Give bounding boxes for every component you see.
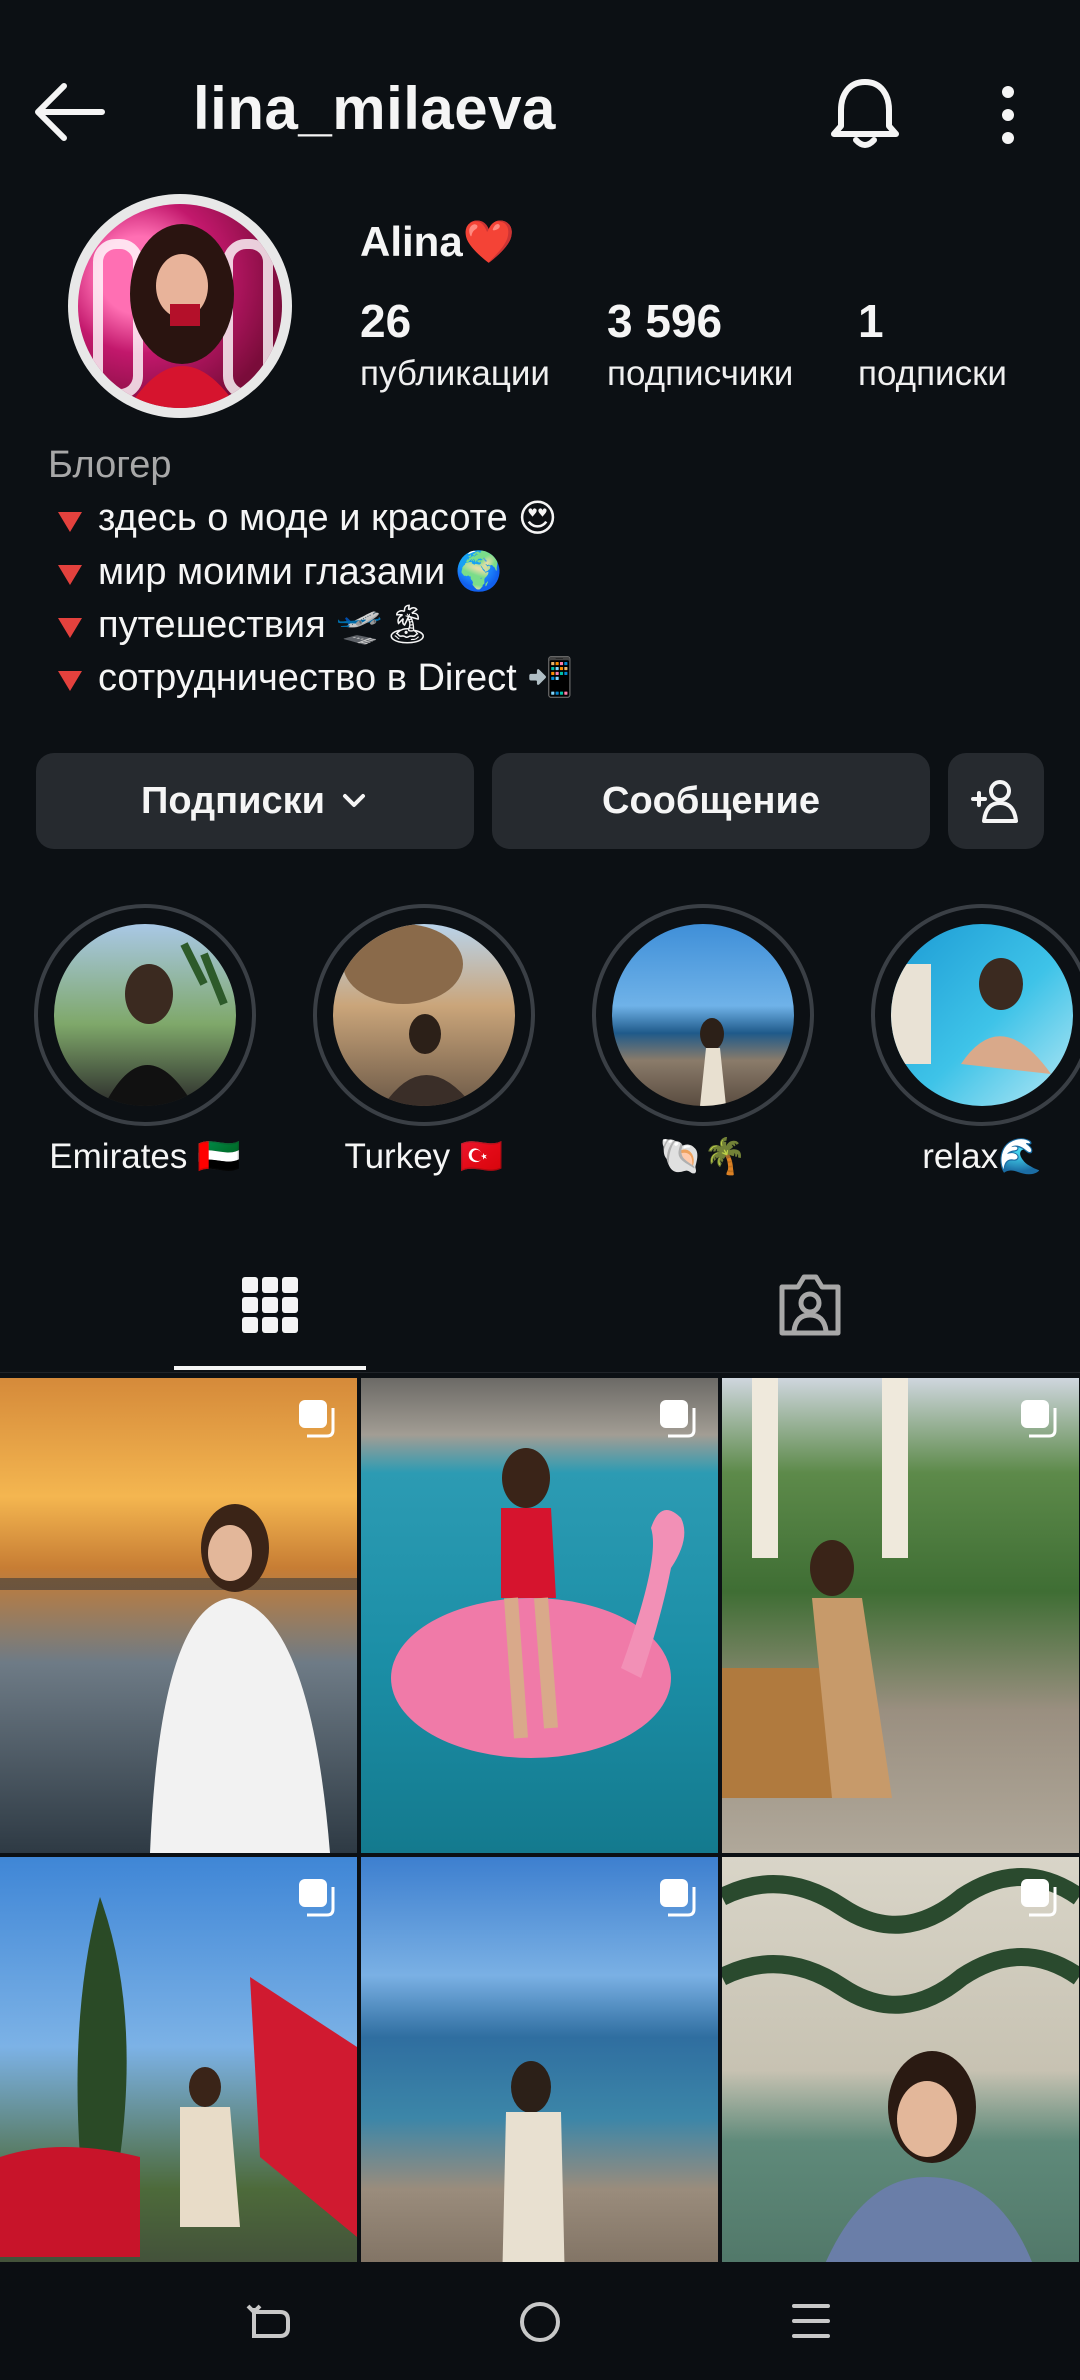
following-button-label: Подписки <box>141 779 325 822</box>
post-thumbnail[interactable] <box>361 1857 718 2332</box>
post-photo <box>501 2061 566 2332</box>
message-button[interactable]: Сообщение <box>492 753 930 849</box>
multiple-photos-icon <box>299 1879 335 1917</box>
active-tab-indicator <box>174 1366 366 1370</box>
bio-text: мир моими глазами <box>98 550 446 593</box>
post-photo <box>722 1868 1079 2332</box>
following-count[interactable]: 1 <box>858 294 884 348</box>
post-photo <box>722 1378 908 1798</box>
bio-line: путешествия 🛫🏝 <box>58 603 431 647</box>
bio-line: мир моими глазами 🌍 <box>58 550 503 594</box>
multiple-photos-icon <box>660 1879 696 1917</box>
bio-emoji: 📲 <box>526 657 575 699</box>
highlight-photo <box>343 924 473 1106</box>
post-photo <box>0 1504 357 1853</box>
posts-label: публикации <box>360 354 550 393</box>
system-navigation-bar <box>0 2262 1080 2380</box>
post-thumbnail[interactable] <box>722 1857 1079 2332</box>
bio-emoji: 😍 <box>517 498 558 540</box>
bio-line: сотрудничество в Direct 📲 <box>58 656 574 700</box>
followers-count[interactable]: 3 596 <box>607 294 722 348</box>
highlight-photo <box>104 942 228 1106</box>
suggested-users-button[interactable] <box>948 753 1044 849</box>
tagged-person-icon <box>779 1274 841 1336</box>
highlight-cover[interactable] <box>333 924 515 1106</box>
multiple-photos-icon <box>1021 1879 1057 1917</box>
post-thumbnail[interactable] <box>0 1378 357 1853</box>
bio-text: сотрудничество в Direct <box>98 656 517 699</box>
more-vertical-icon <box>1002 86 1014 144</box>
add-user-icon <box>971 780 1018 823</box>
profile-category: Блогер <box>48 444 172 486</box>
multiple-photos-icon <box>299 1400 335 1438</box>
more-options-button[interactable] <box>985 80 1031 150</box>
posts-count: 26 <box>360 295 412 347</box>
grid-icon <box>242 1277 298 1333</box>
post-thumbnail[interactable] <box>361 1378 718 1853</box>
multiple-photos-icon <box>660 1400 696 1438</box>
post-thumbnail[interactable] <box>0 1857 357 2332</box>
avatar[interactable] <box>78 204 282 408</box>
highlight-label[interactable]: Turkey 🇹🇷 <box>294 1136 554 1177</box>
highlight-label[interactable]: relax🌊 <box>852 1136 1080 1177</box>
bio-line: здесь о моде и красоте 😍 <box>58 496 557 541</box>
highlight-photo <box>700 1018 726 1106</box>
highlight-cover[interactable] <box>612 924 794 1106</box>
red-triangle-icon <box>58 511 82 532</box>
bio-text: путешествия <box>98 603 326 646</box>
arrow-left-icon <box>35 83 105 141</box>
bio-text: здесь о моде и красоте <box>98 497 508 539</box>
tab-posts-grid[interactable] <box>174 1240 366 1370</box>
highlight-cover[interactable] <box>54 924 236 1106</box>
bio-emoji: 🛫🏝 <box>335 604 432 646</box>
tab-tagged[interactable] <box>760 1240 860 1370</box>
tab-divider <box>0 1372 1080 1373</box>
back-button[interactable] <box>30 80 110 144</box>
chevron-down-icon <box>342 794 365 807</box>
highlight-photo <box>891 958 1051 1074</box>
bio-emoji: 🌍 <box>455 551 503 593</box>
highlight-cover[interactable] <box>891 924 1073 1106</box>
following-label[interactable]: подписки <box>858 354 1007 394</box>
following-dropdown-button[interactable]: Подписки <box>36 753 474 849</box>
post-thumbnail[interactable] <box>722 1378 1079 1853</box>
recents-nav-icon[interactable] <box>790 2300 832 2342</box>
bell-icon <box>831 79 899 148</box>
post-photo <box>391 1448 685 1758</box>
back-nav-icon[interactable] <box>246 2298 292 2344</box>
home-nav-icon[interactable] <box>516 2298 564 2346</box>
message-button-label: Сообщение <box>602 779 820 822</box>
post-photo <box>0 1897 357 2257</box>
followers-label[interactable]: подписчики <box>607 354 793 394</box>
display-name: Alina❤️ <box>360 218 515 265</box>
avatar-photo <box>93 224 273 408</box>
red-triangle-icon <box>58 671 82 691</box>
red-triangle-icon <box>58 618 82 638</box>
multiple-photos-icon <box>1021 1400 1057 1438</box>
notifications-button[interactable] <box>828 74 902 152</box>
highlight-label[interactable]: Emirates 🇦🇪 <box>15 1136 275 1177</box>
profile-username: lina_milaeva <box>193 75 556 142</box>
red-triangle-icon <box>58 565 82 585</box>
highlight-label[interactable]: 🐚🌴 <box>573 1136 833 1177</box>
